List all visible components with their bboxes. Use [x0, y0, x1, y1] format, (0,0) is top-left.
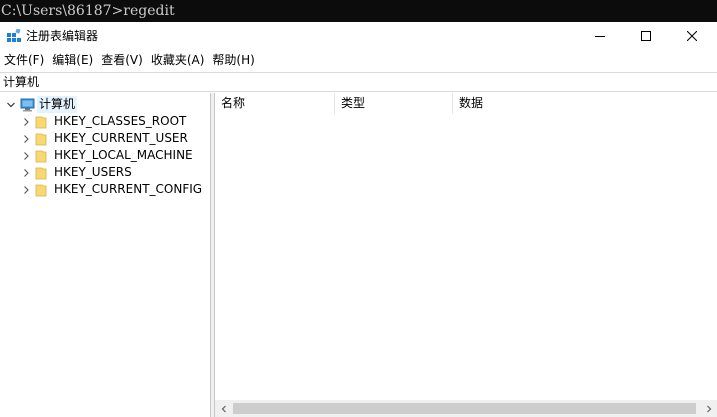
- key-tree-pane: 计算机 HKEY_CLASSES_ROOT HKEY_CURRENT_USER: [0, 93, 211, 417]
- tree-item-label: HKEY_USERS: [54, 165, 132, 179]
- value-list-pane[interactable]: 名称 类型 数据: [215, 93, 717, 417]
- tree-item-label: HKEY_CURRENT_USER: [54, 131, 188, 145]
- title-bar[interactable]: 注册表编辑器: [0, 22, 717, 50]
- menu-favorites[interactable]: 收藏夹(A): [147, 50, 209, 71]
- chevron-right-icon[interactable]: [20, 184, 32, 196]
- folder-icon: [35, 183, 49, 197]
- tree-item-hkey-classes-root[interactable]: HKEY_CLASSES_ROOT: [20, 113, 186, 130]
- minimize-button[interactable]: [577, 22, 623, 50]
- close-button[interactable]: [669, 22, 715, 50]
- tree-item-hkey-current-user[interactable]: HKEY_CURRENT_USER: [20, 130, 188, 147]
- chevron-right-icon: [706, 405, 711, 412]
- horizontal-scrollbar[interactable]: [215, 400, 717, 417]
- chevron-left-icon: [221, 405, 226, 412]
- scroll-left-button[interactable]: [215, 400, 232, 417]
- chevron-down-icon[interactable]: [5, 99, 17, 111]
- chevron-right-icon[interactable]: [20, 150, 32, 162]
- folder-icon: [35, 149, 49, 163]
- tree-item-label: 计算机: [37, 96, 78, 113]
- maximize-icon: [641, 31, 651, 41]
- regedit-app-icon: [7, 29, 21, 42]
- menu-file[interactable]: 文件(F): [0, 50, 48, 71]
- menu-view[interactable]: 查看(V): [97, 50, 147, 71]
- column-header-name[interactable]: 名称: [215, 93, 335, 114]
- tree-item-label: HKEY_LOCAL_MACHINE: [54, 148, 193, 162]
- maximize-button[interactable]: [623, 22, 669, 50]
- tree-item-hkey-current-config[interactable]: HKEY_CURRENT_CONFIG: [20, 181, 202, 198]
- console-command-line: C:\Users\86187>regedit: [0, 0, 717, 22]
- tree-item-computer[interactable]: 计算机: [5, 96, 78, 113]
- column-header-data[interactable]: 数据: [453, 93, 717, 114]
- folder-icon: [35, 115, 49, 129]
- folder-icon: [35, 132, 49, 146]
- chevron-right-icon[interactable]: [20, 116, 32, 128]
- scroll-right-button[interactable]: [700, 400, 717, 417]
- address-bar[interactable]: 计算机: [0, 72, 717, 92]
- menu-bar: 文件(F) 编辑(E) 查看(V) 收藏夹(A) 帮助(H): [0, 50, 717, 71]
- chevron-right-icon[interactable]: [20, 167, 32, 179]
- list-header: 名称 类型 数据: [215, 93, 717, 114]
- window-title: 注册表编辑器: [26, 29, 99, 43]
- folder-icon: [35, 166, 49, 180]
- menu-edit[interactable]: 编辑(E): [48, 50, 97, 71]
- tree-item-hkey-local-machine[interactable]: HKEY_LOCAL_MACHINE: [20, 147, 193, 164]
- minimize-icon: [595, 36, 605, 37]
- scrollbar-thumb[interactable]: [233, 403, 696, 414]
- tree-item-hkey-users[interactable]: HKEY_USERS: [20, 164, 132, 181]
- registry-editor-window: 注册表编辑器 文件(F) 编辑(E) 查看(V) 收藏夹(A) 帮助(H) 计算…: [0, 22, 717, 417]
- tree-item-label: HKEY_CURRENT_CONFIG: [54, 182, 203, 196]
- close-icon: [687, 31, 697, 41]
- chevron-right-icon[interactable]: [20, 133, 32, 145]
- menu-help[interactable]: 帮助(H): [208, 50, 258, 71]
- column-header-type[interactable]: 类型: [335, 93, 453, 114]
- tree-item-label: HKEY_CLASSES_ROOT: [54, 114, 187, 128]
- computer-icon: [20, 98, 36, 112]
